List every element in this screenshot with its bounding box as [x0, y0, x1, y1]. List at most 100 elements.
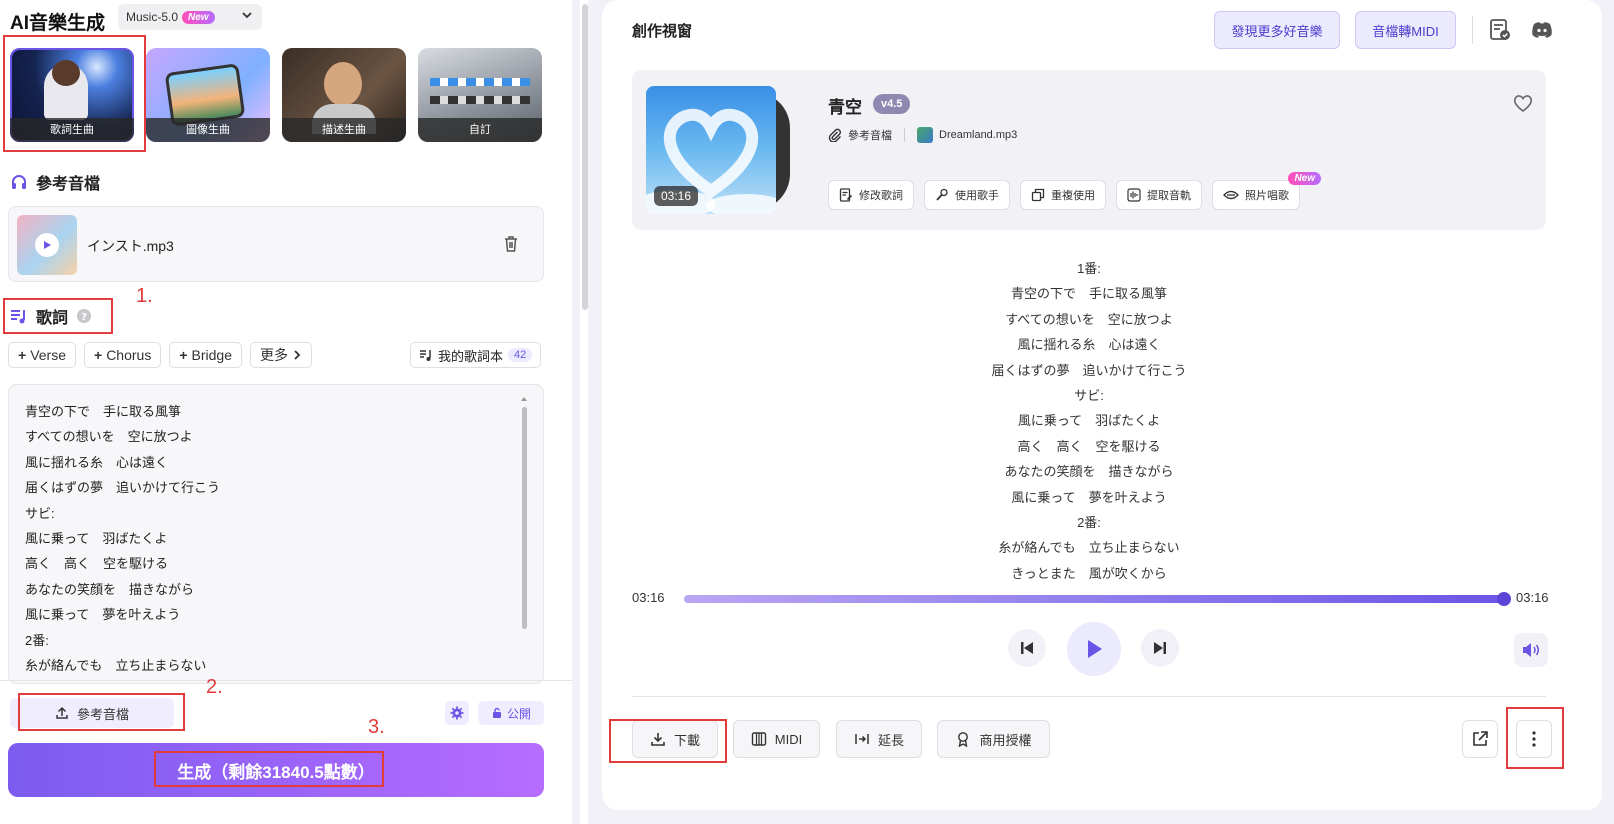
audio-to-midi-button[interactable]: 音檔轉MIDI — [1355, 11, 1456, 49]
heart-icon[interactable] — [1512, 92, 1534, 114]
reference-title: 參考音檔 — [36, 176, 101, 193]
plus-icon: + — [179, 347, 188, 363]
tag-chorus-button[interactable]: + Chorus — [84, 342, 162, 368]
midi-button[interactable]: MIDI — [733, 720, 820, 758]
annotation-box-more — [1506, 707, 1564, 769]
more-label: 更多 — [259, 347, 288, 363]
lyrics-scrollbar[interactable] — [522, 407, 527, 629]
lyric-line: 青空の下で 手に取る風箏 — [1010, 286, 1167, 302]
lyric-line: 高く 高く 空を駆ける — [1017, 438, 1161, 454]
left-scrollbar[interactable] — [582, 4, 588, 310]
lyrics-textarea[interactable]: 青空の下で 手に取る風箏 すべての想いを 空に放つよ 風に揺れる糸 心は遠く 届くはず… — [8, 384, 544, 684]
use-singer-button[interactable]: 使用歌手 — [924, 180, 1010, 210]
plus-icon: + — [18, 347, 27, 363]
task-list-icon[interactable] — [1488, 18, 1512, 42]
lyric-line: 風に乗って 夢を叶えよう — [1011, 489, 1167, 505]
lyric-line: サビ: — [25, 505, 55, 521]
commercial-license-button[interactable]: 商用授權 — [937, 720, 1050, 758]
lyric-book-label: 我的歌詞本 — [438, 348, 504, 364]
mode-custom[interactable]: 自訂 — [418, 48, 542, 142]
action-label: 使用歌手 — [955, 190, 999, 202]
song-ref-file: Dreamland.mp3 — [939, 129, 1018, 141]
lyric-line: 糸が絡んでも 立ち止まらない — [998, 540, 1180, 556]
gear-icon — [450, 706, 464, 720]
chevron-right-icon — [294, 350, 301, 360]
annotation-step-1: 1. — [136, 285, 153, 307]
lyrics-display: 1番: 青空の下で 手に取る風箏 すべての想いを 空に放つよ 風に揺れる糸 心は遠く届… — [632, 256, 1546, 586]
reference-section-title: 參考音檔 — [10, 170, 100, 194]
model-label: Music-5.0 — [126, 10, 179, 24]
skip-back-icon — [1021, 642, 1033, 654]
mode-label: 圖像生曲 — [146, 118, 270, 142]
workspace-panel: 創作視窗 發現更多好音樂 音檔轉MIDI 03:16 青空 v4.5 參考音檔 … — [602, 0, 1602, 810]
share-button[interactable] — [1462, 720, 1498, 758]
lyric-line: 風に乗って 夢を叶えよう — [25, 607, 181, 623]
ref-file-thumbnail — [917, 127, 933, 143]
song-action-row: 修改歌詞 使用歌手 重複使用 提取音軌 照片唱歌 New — [828, 172, 1321, 210]
discover-label: 發現更多好音樂 — [1231, 23, 1323, 39]
song-name: 青空 — [828, 98, 862, 117]
extend-label: 延長 — [877, 732, 904, 748]
lyric-line: すべての想いを 空に放つよ — [1005, 311, 1173, 327]
reuse-button[interactable]: 重複使用 — [1020, 180, 1106, 210]
lyric-line: 2番: — [1077, 514, 1101, 530]
midi-label: MIDI — [774, 731, 803, 747]
next-button[interactable] — [1141, 629, 1179, 667]
version-badge: v4.5 — [873, 94, 911, 114]
lyric-line: 風に乗って 羽ばたくよ — [25, 530, 168, 546]
volume-icon — [1523, 643, 1539, 657]
award-icon — [958, 732, 969, 747]
tag-bridge-button[interactable]: + Bridge — [169, 342, 242, 368]
public-label: 公開 — [506, 706, 531, 721]
progress-handle[interactable] — [1497, 592, 1511, 606]
my-lyric-book-button[interactable]: 我的歌詞本 42 — [410, 342, 542, 368]
settings-button[interactable] — [445, 701, 469, 725]
discord-icon[interactable] — [1530, 18, 1554, 42]
discover-music-button[interactable]: 發現更多好音樂 — [1214, 11, 1340, 49]
public-toggle[interactable]: 公開 — [478, 701, 544, 725]
song-cover[interactable]: 03:16 — [646, 86, 776, 214]
reference-thumbnail — [17, 215, 77, 275]
tag-label: Verse — [30, 347, 66, 363]
microphone-icon — [936, 188, 948, 201]
photo-sing-button[interactable]: 照片唱歌 New — [1212, 172, 1321, 210]
piano-icon — [751, 732, 766, 746]
unlock-icon — [492, 707, 501, 718]
previous-button[interactable] — [1008, 629, 1046, 667]
reference-file-card: インスト.mp3 — [8, 206, 544, 282]
new-badge: New — [182, 10, 215, 24]
tag-label: Chorus — [106, 347, 152, 363]
mode-image-to-song[interactable]: 圖像生曲 — [146, 48, 270, 142]
duration-badge: 03:16 — [654, 186, 699, 206]
plus-icon: + — [94, 347, 103, 363]
song-card: 03:16 青空 v4.5 參考音檔 Dreamland.mp3 修改歌詞 使用… — [632, 70, 1546, 230]
annotation-box-download — [609, 719, 727, 763]
license-label: 商用授權 — [979, 732, 1032, 748]
play-button[interactable] — [1067, 622, 1121, 676]
lyric-line: 届くはずの夢 追いかけて行こう — [991, 362, 1187, 378]
progress-bar[interactable] — [684, 595, 1506, 603]
lyric-line: 2番: — [25, 632, 49, 648]
lyric-line: 風に乗って 羽ばたくよ — [1017, 413, 1161, 429]
trash-icon[interactable] — [501, 234, 521, 254]
mode-label: 描述生曲 — [282, 118, 406, 142]
tag-verse-button[interactable]: + Verse — [8, 342, 76, 368]
more-tags-button[interactable]: 更多 — [249, 342, 312, 368]
extend-button[interactable]: 延長 — [836, 720, 922, 758]
extract-tracks-button[interactable]: 提取音軌 — [1116, 180, 1202, 210]
scroll-up-arrow[interactable] — [521, 397, 527, 401]
tag-label: Bridge — [191, 347, 232, 363]
external-link-icon — [1473, 731, 1488, 746]
edit-lyrics-button[interactable]: 修改歌詞 — [828, 180, 914, 210]
song-reference-row: 參考音檔 Dreamland.mp3 — [828, 127, 1017, 143]
divider — [1472, 16, 1473, 44]
play-icon[interactable] — [35, 233, 59, 257]
lyric-line: きっとまた 風が吹くから — [1011, 565, 1167, 581]
divider — [632, 696, 1546, 697]
annotation-step-3: 3. — [368, 716, 385, 738]
mode-description-to-song[interactable]: 描述生曲 — [282, 48, 406, 142]
lyric-line: 青空の下で 手に取る風箏 — [25, 404, 182, 419]
model-select[interactable]: Music-5.0 New — [118, 4, 262, 30]
volume-button[interactable] — [1514, 633, 1548, 667]
midi-convert-label: 音檔轉MIDI — [1372, 23, 1439, 39]
